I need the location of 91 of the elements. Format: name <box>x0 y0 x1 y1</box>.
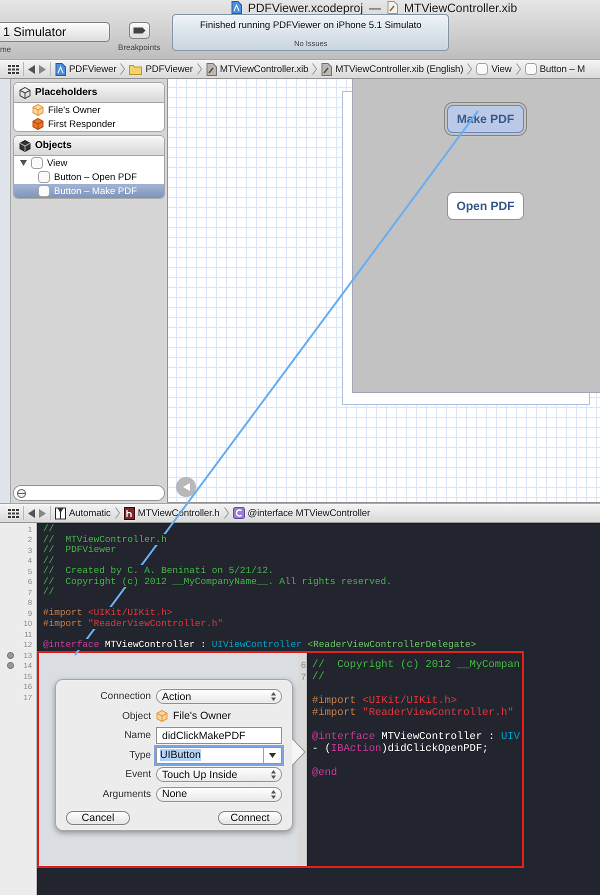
popup-button[interactable]: Action <box>156 689 282 704</box>
cube-icon <box>156 710 168 722</box>
document-icon <box>321 62 332 76</box>
outline-item[interactable]: View <box>14 156 164 170</box>
document-icon <box>387 1 398 14</box>
left-triangle-icon <box>182 483 190 491</box>
breadcrumb-item[interactable]: MTViewController.xib <box>206 62 308 76</box>
document-icon <box>206 62 217 76</box>
cube-icon <box>32 104 44 116</box>
breadcrumb-item[interactable]: PDFViewer <box>129 64 193 74</box>
chevron-icon <box>196 63 202 75</box>
name-field[interactable]: didClickMakePDF <box>156 727 282 744</box>
back-button[interactable] <box>176 477 196 497</box>
breadcrumb-item[interactable]: View <box>476 63 512 75</box>
c-icon <box>232 507 244 519</box>
code-line: @interface MTViewController : UIV <box>312 731 520 743</box>
type-combo-box[interactable]: UIButton <box>156 746 282 764</box>
breakpoint-marker[interactable] <box>7 652 14 659</box>
line-number: 6 <box>300 660 306 670</box>
chevron-icon <box>120 63 126 75</box>
grid-icon <box>8 508 19 518</box>
code-line: #import "ReaderViewController.h" <box>43 618 224 628</box>
section-title: Objects <box>35 140 72 151</box>
h-icon <box>124 506 135 520</box>
breakpoint-icon <box>132 27 146 34</box>
back-arrow-icon <box>28 508 35 518</box>
window-title: PDFViewer.xcodeproj <box>248 0 363 14</box>
filter-field[interactable] <box>13 485 165 501</box>
section-title: Placeholders <box>35 87 98 98</box>
field-label: Connection <box>99 691 151 702</box>
cube-icon <box>32 118 44 130</box>
code-line: // <box>312 671 325 683</box>
window-title: MTViewController.xib <box>404 0 518 14</box>
code-line: #import <UIKit/UIKit.h> <box>43 607 172 618</box>
field-label: Event <box>124 769 151 780</box>
outline-item[interactable]: First Responder <box>14 117 164 131</box>
updown-arrows-icon <box>271 790 276 798</box>
breadcrumb-item[interactable]: @interface MTViewController <box>232 507 370 519</box>
field-label: Object <box>121 710 151 722</box>
code-line: @end <box>312 767 338 779</box>
field-label: Arguments <box>102 788 151 800</box>
view-icon <box>524 63 537 75</box>
outline-item[interactable]: File's Owner <box>14 103 164 117</box>
code-line: - (IBAction)didClickOpenPDF; <box>312 743 488 755</box>
view-icon <box>38 171 50 183</box>
field-label: Type <box>128 750 151 760</box>
toolbar-caption: Breakpoints <box>118 43 160 52</box>
breadcrumb-item[interactable]: Automatic <box>55 506 111 520</box>
toolbar-caption: me <box>0 45 12 54</box>
breadcrumb-item[interactable]: Button – M <box>524 63 585 75</box>
canvas-button[interactable]: Open PDF <box>447 192 524 220</box>
breakpoints-button[interactable] <box>128 22 150 39</box>
outline-item[interactable]: Button – Open PDF <box>14 170 164 184</box>
folder-icon <box>129 64 142 74</box>
code-line: #import <UIKit/UIKit.h> <box>312 695 457 707</box>
filter-icon <box>17 488 26 498</box>
chevron-icon <box>312 63 318 75</box>
forward-arrow-icon <box>39 508 46 518</box>
back-arrow-icon <box>28 64 35 74</box>
field-label: Name <box>123 730 151 741</box>
chevron-icon <box>114 507 120 519</box>
title-separator: — <box>369 0 381 14</box>
grid-icon <box>8 64 19 74</box>
chevron-icon <box>516 63 521 75</box>
breakpoint-marker[interactable] <box>7 662 14 670</box>
popup-button[interactable]: Touch Up Inside <box>156 767 282 782</box>
scheme-popup[interactable]: 1 Simulator <box>0 22 110 42</box>
updown-arrows-icon <box>271 770 276 779</box>
dropdown-arrow-icon <box>269 752 276 758</box>
line-number: 7 <box>300 672 306 682</box>
document-icon <box>55 62 66 76</box>
popup-button[interactable]: None <box>156 786 282 802</box>
breadcrumb-item[interactable]: MTViewController.xib (English) <box>321 62 464 76</box>
popover-button[interactable]: Cancel <box>66 811 130 825</box>
code-line: @interface MTViewController : UIViewController <ReaderViewControllerDelegate> <box>43 638 476 650</box>
code-line: #import "ReaderViewController.h" <box>312 707 514 719</box>
chevron-icon <box>224 507 228 519</box>
chevron-icon <box>467 63 472 75</box>
forward-arrow-icon <box>39 64 46 74</box>
cube-icon <box>19 140 31 152</box>
object-name: File's Owner <box>173 710 232 722</box>
code-line: // Copyright (c) 2012 __MyCompan <box>312 659 520 671</box>
popover-button[interactable]: Connect <box>218 811 282 825</box>
tuxedo-icon <box>55 506 66 520</box>
updown-arrows-icon <box>271 692 276 701</box>
document-icon <box>230 1 242 14</box>
disclosure-down-icon[interactable] <box>20 160 27 166</box>
breadcrumb-item[interactable]: PDFViewer <box>55 62 116 76</box>
view-icon <box>476 63 488 75</box>
cube-icon <box>19 86 31 98</box>
status-message: Finished running PDFViewer on iPhone 5.1 Simulato <box>200 20 422 31</box>
